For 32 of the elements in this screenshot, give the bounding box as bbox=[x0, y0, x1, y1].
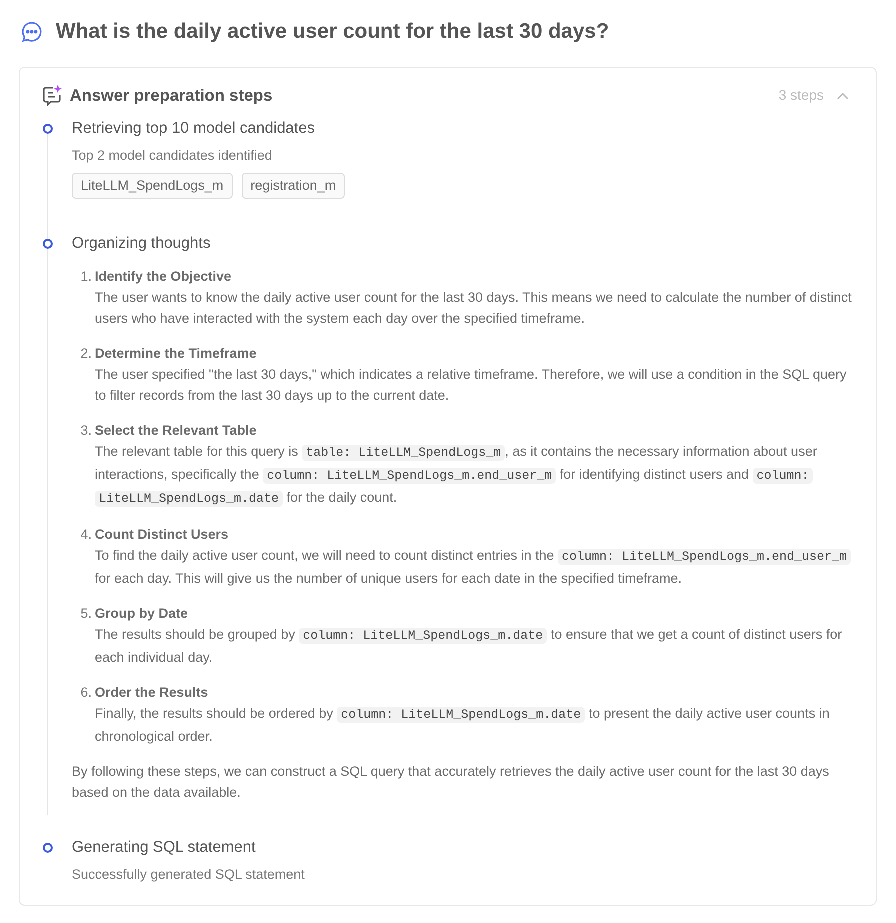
item-heading: Determine the Timeframe bbox=[95, 344, 258, 363]
chat-bubble-icon bbox=[20, 20, 44, 44]
item-heading: Identify the Objective bbox=[95, 268, 233, 286]
step-note: Top 2 model candidates identified bbox=[72, 147, 274, 166]
item-heading: Count Distinct Users bbox=[95, 526, 230, 544]
item-heading: Select the Relevant Table bbox=[95, 422, 258, 440]
step-title: Generating SQL statement bbox=[72, 838, 257, 858]
question-title: What is the daily active user count for the last 30 days? bbox=[56, 19, 610, 45]
list-number: 1. bbox=[80, 268, 93, 286]
panel-title: Answer preparation steps bbox=[70, 86, 273, 106]
step-title: Organizing thoughts bbox=[72, 234, 212, 254]
list-number: 2. bbox=[80, 344, 93, 363]
step-title: Retrieving top 10 model candidates bbox=[72, 119, 316, 140]
summary-text: By following these steps, we can construct a SQL query that accurately retrieves the daily active user count for the last 30 days based on the data available. bbox=[72, 762, 830, 802]
step-description: The results should be grouped by column: LiteLLM_SpendLogs_m.date to ensure that we get a count of distinct users for each individual day. bbox=[95, 626, 844, 667]
step-description: The user wants to know the daily active user count for the last 30 days. This means we need to calculate the number of distinct users who have interacted with the system each day over the specified timeframe. bbox=[95, 288, 853, 328]
item-heading: Group by Date bbox=[95, 604, 190, 623]
step-description: The relevant table for this query is table: LiteLLM_SpendLogs_m , as it contains the necessary information about user interactions, specifically the column: LiteLLM_SpendLogs_m.end_user_m for identifying distinct users and column: LiteLLM_SpendLogs_m.date for the daily count. bbox=[95, 442, 818, 509]
model-tag: registration_m bbox=[242, 172, 346, 199]
step-description: Finally, the results should be ordered by column: LiteLLM_SpendLogs_m.date to present the daily active user counts in chronological order. bbox=[95, 704, 831, 746]
step-count: 3 steps bbox=[778, 86, 824, 106]
list-number: 4. bbox=[80, 526, 93, 544]
list-number: 3. bbox=[80, 422, 93, 440]
list-number: 5. bbox=[80, 604, 93, 623]
step-description: The user specified "the last 30 days," which indicates a relative timeframe. Therefore, we will use a condition in the SQL query to filter records from the last 30 days up to the current date. bbox=[95, 366, 848, 405]
item-heading: Order the Results bbox=[95, 684, 210, 702]
step-note: Successfully generated SQL statement bbox=[72, 866, 306, 884]
list-number: 6. bbox=[80, 684, 93, 702]
step-description: To find the daily active user count, we will need to count distinct entries in the column: LiteLLM_SpendLogs_m.end_user_m for each day. This will give us the number of unique users for each date in the specified timeframe. bbox=[95, 544, 856, 589]
chevron-up-icon bbox=[837, 92, 849, 100]
sparkle-message-icon bbox=[40, 84, 64, 108]
model-tag: LiteLLM_SpendLogs_m bbox=[72, 172, 233, 199]
